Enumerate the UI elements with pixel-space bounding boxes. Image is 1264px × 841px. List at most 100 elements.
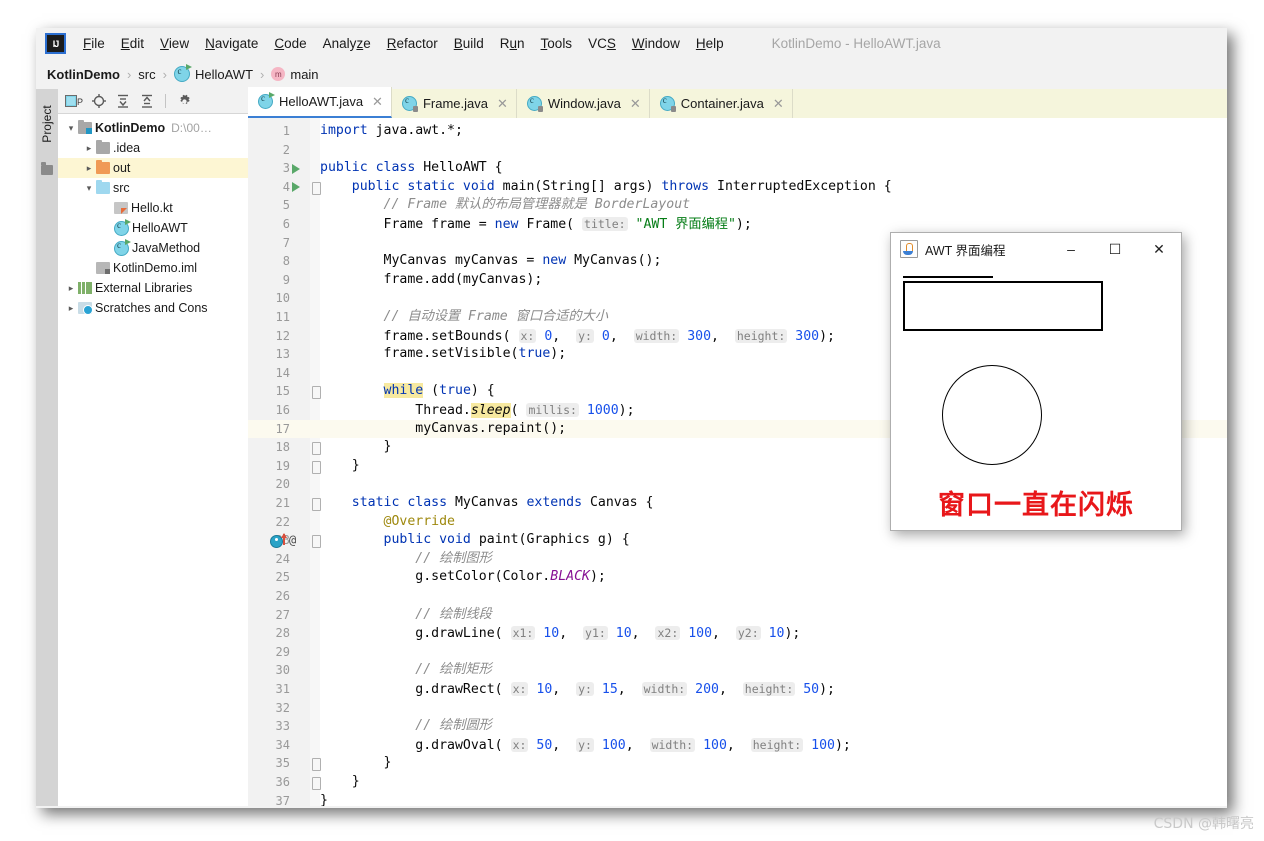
menu-item-file[interactable]: File — [75, 34, 113, 53]
tree-node-label: KotlinDemo — [95, 121, 166, 135]
breadcrumb-item-class[interactable]: c HelloAWT — [173, 64, 254, 82]
code-line[interactable]: g.drawOval( x: 50, y: 100, width: 100, h… — [320, 736, 851, 756]
breadcrumb[interactable]: KotlinDemo › src › c HelloAWT › m main — [36, 59, 1227, 90]
close-icon[interactable]: ✕ — [372, 95, 383, 108]
project-view-select-button[interactable]: P — [64, 91, 86, 111]
menu-item-navigate[interactable]: Navigate — [197, 34, 266, 53]
menu-item-analyze[interactable]: Analyze — [315, 34, 379, 53]
gear-icon[interactable] — [173, 91, 195, 111]
code-line[interactable]: // 绘制线段 — [320, 606, 492, 625]
code-line[interactable]: // 绘制圆形 — [320, 717, 492, 736]
line-number: 9 — [282, 272, 290, 287]
close-icon[interactable]: ✕ — [773, 97, 784, 110]
code-line[interactable]: public void paint(Graphics g) { — [320, 531, 630, 550]
code-line[interactable]: // 自动设置 Frame 窗口合适的大小 — [320, 308, 608, 327]
code-line[interactable]: g.drawLine( x1: 10, y1: 10, x2: 100, y2:… — [320, 624, 800, 644]
tree-node-label: External Libraries — [95, 281, 193, 295]
tree-node-idea[interactable]: ▸ .idea — [58, 138, 248, 158]
chevron-down-icon[interactable]: ▾ — [82, 183, 96, 194]
code-line[interactable]: public class HelloAWT { — [320, 159, 503, 178]
tree-node-src[interactable]: ▾ src — [58, 178, 248, 198]
chevron-right-icon[interactable]: ▸ — [82, 143, 96, 154]
tree-node-out[interactable]: ▸ out — [58, 158, 248, 178]
code-line[interactable]: g.drawRect( x: 10, y: 15, width: 200, he… — [320, 680, 835, 700]
run-gutter-icon[interactable] — [292, 163, 300, 174]
code-line[interactable]: public static void main(String[] args) t… — [320, 178, 892, 197]
project-tree[interactable]: ▾ KotlinDemo D:\00… ▸ .idea ▸ out ▾ src Hello.kt c… — [58, 114, 248, 318]
close-icon[interactable]: ✕ — [497, 97, 508, 110]
menu-item-run[interactable]: Run — [492, 34, 533, 53]
editor-tab-frame-java[interactable]: c Frame.java ✕ — [392, 89, 517, 118]
left-tool-window-bar: Project — [36, 89, 59, 808]
code-line[interactable]: myCanvas.repaint(); — [320, 420, 566, 439]
menu-item-tools[interactable]: Tools — [533, 34, 581, 53]
code-line[interactable]: while (true) { — [320, 382, 495, 401]
menu-item-build[interactable]: Build — [446, 34, 492, 53]
breadcrumb-label: HelloAWT — [194, 66, 254, 82]
code-line[interactable]: import java.awt.*; — [320, 122, 463, 141]
editor-tab-helloawt-java[interactable]: c HelloAWT.java ✕ — [248, 87, 392, 118]
breadcrumb-item-src[interactable]: src — [138, 67, 155, 82]
annotation-gutter-icon[interactable]: @ — [289, 531, 296, 550]
editor-tab-bar[interactable]: c HelloAWT.java ✕ c Frame.java ✕ c Window.java ✕… — [248, 87, 1227, 119]
code-line[interactable]: Frame frame = new Frame( title: "AWT 界面编… — [320, 215, 752, 235]
java-class-readonly-icon: c — [659, 95, 676, 112]
override-arrow-icon[interactable] — [280, 533, 287, 546]
breadcrumb-label: main — [290, 66, 319, 82]
code-line[interactable]: MyCanvas myCanvas = new MyCanvas(); — [320, 252, 662, 271]
awt-application-window[interactable]: AWT 界面编程 – ☐ ✕ 窗口一直在闪烁 — [890, 232, 1182, 531]
menu-item-window[interactable]: Window — [624, 34, 688, 53]
menu-item-help[interactable]: Help — [688, 34, 732, 53]
line-number: 5 — [282, 198, 290, 213]
chevron-down-icon[interactable]: ▾ — [64, 123, 78, 134]
code-line[interactable]: g.setColor(Color.BLACK); — [320, 568, 606, 587]
run-gutter-icon[interactable] — [292, 182, 300, 193]
tree-node-kotlindemo-iml[interactable]: KotlinDemo.iml — [58, 258, 248, 278]
minimize-button[interactable]: – — [1049, 233, 1093, 265]
breadcrumb-item-project[interactable]: KotlinDemo — [47, 67, 120, 82]
collapse-all-icon[interactable] — [136, 91, 158, 111]
tree-node-external-libraries[interactable]: ▸ External Libraries — [58, 278, 248, 298]
tree-node-scratches-and-cons[interactable]: ▸ Scratches and Cons — [58, 298, 248, 318]
close-icon[interactable]: ✕ — [630, 97, 641, 110]
code-line[interactable]: // Frame 默认的布局管理器就是 BorderLayout — [320, 196, 691, 215]
project-tool-window-button[interactable]: Project — [40, 95, 54, 153]
chevron-right-icon[interactable]: ▸ — [82, 163, 96, 174]
code-line[interactable]: } — [320, 754, 392, 773]
menu-item-edit[interactable]: Edit — [113, 34, 152, 53]
editor-tab-window-java[interactable]: c Window.java ✕ — [517, 89, 650, 118]
code-line[interactable]: frame.setVisible(true); — [320, 345, 567, 364]
tree-node-helloawt[interactable]: c HelloAWT — [58, 218, 248, 238]
editor-tab-container-java[interactable]: c Container.java ✕ — [650, 89, 793, 118]
menu-item-refactor[interactable]: Refactor — [379, 34, 446, 53]
breadcrumb-item-method[interactable]: m main — [271, 66, 319, 82]
code-line[interactable]: frame.setBounds( x: 0, y: 0, width: 300,… — [320, 327, 835, 347]
code-line[interactable]: } — [320, 457, 360, 476]
tree-node-hello-kt[interactable]: Hello.kt — [58, 198, 248, 218]
chevron-right-icon[interactable]: ▸ — [64, 303, 78, 314]
tree-node-javamethod[interactable]: c JavaMethod — [58, 238, 248, 258]
close-button[interactable]: ✕ — [1137, 233, 1181, 265]
awt-title-bar[interactable]: AWT 界面编程 – ☐ ✕ — [891, 233, 1181, 265]
menu-item-vcs[interactable]: VCS — [580, 34, 624, 53]
locate-icon[interactable] — [88, 91, 110, 111]
tree-node-kotlindemo[interactable]: ▾ KotlinDemo D:\00… — [58, 118, 248, 138]
line-number: 7 — [282, 235, 290, 250]
code-line[interactable]: } — [320, 773, 360, 792]
code-line[interactable]: Thread.sleep( millis: 1000); — [320, 401, 635, 421]
awt-window-title: AWT 界面编程 — [925, 243, 1006, 258]
code-line[interactable]: } — [320, 438, 392, 457]
line-number: 33 — [275, 719, 290, 734]
code-line[interactable]: // 绘制图形 — [320, 550, 492, 569]
maximize-button[interactable]: ☐ — [1093, 233, 1137, 265]
code-line[interactable]: @Override — [320, 513, 455, 532]
structure-folder-icon[interactable] — [41, 162, 53, 175]
chevron-right-icon[interactable]: ▸ — [64, 283, 78, 294]
expand-all-icon[interactable] — [112, 91, 134, 111]
menu-item-code[interactable]: Code — [266, 34, 314, 53]
code-line[interactable]: // 绘制矩形 — [320, 661, 492, 680]
editor-tab-label: Container.java — [680, 96, 764, 111]
code-line[interactable]: frame.add(myCanvas); — [320, 271, 543, 290]
menu-item-view[interactable]: View — [152, 34, 197, 53]
code-line[interactable]: static class MyCanvas extends Canvas { — [320, 494, 654, 513]
